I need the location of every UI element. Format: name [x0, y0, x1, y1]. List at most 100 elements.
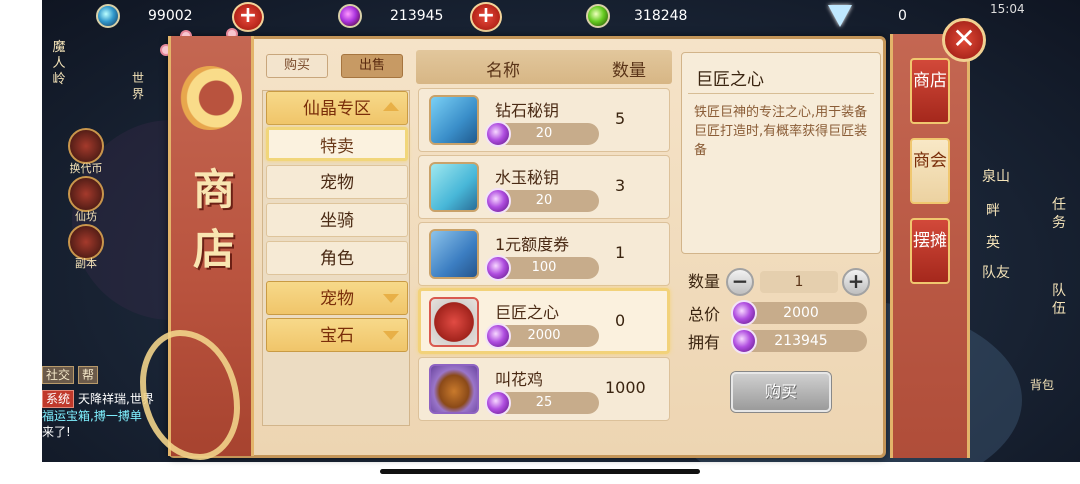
diamond-key-icon: [429, 95, 479, 145]
purple-coin-icon: [485, 255, 511, 281]
category-item-special-sale[interactable]: 特卖: [266, 127, 408, 161]
item-row-roast-chicken[interactable]: 叫花鸡 25 1000: [418, 357, 670, 421]
item-qty: 0: [615, 311, 626, 330]
item-row-jade-key[interactable]: 水玉秘钥 20 3: [418, 155, 670, 219]
fairy-shop-label: 仙坊: [75, 210, 97, 223]
team-button[interactable]: 队伍: [1052, 282, 1068, 318]
currency-3: 318248: [586, 3, 687, 29]
side-tab-guild-market[interactable]: 商会: [910, 138, 950, 204]
tab-sell[interactable]: 出售: [341, 54, 403, 78]
voucher-scroll-icon: [429, 229, 479, 279]
blue-gem-icon: [96, 4, 120, 28]
hud-place-2: 畔: [986, 203, 1000, 219]
item-row-diamond-key[interactable]: 钻石秘钥 20 5: [418, 88, 670, 152]
category-group-crystal-zone[interactable]: 仙晶专区: [266, 91, 408, 125]
category-label: 宠物: [320, 289, 354, 309]
header-name: 名称: [486, 61, 520, 81]
purple-coin-icon: [485, 188, 511, 214]
item-price: 20: [485, 188, 599, 214]
hud-place-1: 泉山: [982, 169, 1010, 185]
side-tab-shop[interactable]: 商店: [910, 58, 950, 124]
category-list: 仙晶专区 特卖 宠物 坐骑 角色 宠物 宝石: [262, 90, 410, 426]
item-qty: 1000: [605, 378, 646, 397]
currency-1-value: 99002: [148, 8, 193, 24]
currency-2-value: 213945: [390, 8, 444, 24]
purple-coin-icon: [485, 121, 511, 147]
craftsman-heart-icon: [429, 297, 479, 347]
currency-4-value: 0: [898, 8, 907, 24]
item-name: 巨匠之心: [495, 303, 560, 322]
system-tag: 系统: [42, 390, 75, 408]
home-indicator[interactable]: [380, 469, 700, 474]
category-group-pets[interactable]: 宠物: [266, 281, 408, 315]
item-name: 叫花鸡: [495, 370, 544, 389]
item-list-header: 名称 数量: [416, 50, 672, 84]
close-icon[interactable]: ✕: [942, 18, 986, 62]
side-tab-stall[interactable]: 摆摊: [910, 218, 950, 284]
purple-coin-icon: [485, 390, 511, 416]
item-price: 20: [485, 121, 599, 147]
chevron-down-icon: [383, 294, 399, 303]
category-label: 特卖: [320, 137, 354, 157]
item-detail-panel: 巨匠之心 铁匠巨神的专注之心,用于装备巨匠打造时,有概率获得巨匠装备: [681, 52, 881, 254]
currency-2: 213945: [338, 3, 443, 29]
category-label: 坐骑: [320, 211, 354, 231]
moon-icon: [178, 66, 242, 130]
item-price: 2000: [485, 323, 599, 349]
item-row-craftsman-heart[interactable]: 巨匠之心 2000 0: [418, 288, 670, 354]
category-label: 宝石: [320, 326, 354, 346]
category-group-gems[interactable]: 宝石: [266, 318, 408, 352]
total-label: 总价: [688, 305, 721, 324]
dungeon-label: 副本: [75, 257, 97, 270]
total-price: 2000: [731, 300, 867, 326]
hud-place-4: 队友: [982, 265, 1010, 281]
category-item-pets[interactable]: 宠物: [266, 165, 408, 199]
owned-label: 拥有: [688, 333, 721, 352]
diamond-icon: [828, 5, 852, 27]
task-button[interactable]: 任务: [1052, 196, 1068, 232]
add-currency-2-button[interactable]: +: [470, 2, 502, 32]
item-price: 25: [485, 390, 599, 416]
item-price: 100: [485, 255, 599, 281]
chat-tab-social[interactable]: 社交: [42, 366, 75, 384]
category-label: 角色: [320, 249, 354, 269]
detail-title: 巨匠之心: [696, 70, 764, 90]
category-item-characters[interactable]: 角色: [266, 241, 408, 275]
buy-button[interactable]: 购买: [731, 372, 831, 412]
owned-amount: 213945: [731, 328, 867, 354]
plus-button[interactable]: +: [842, 268, 870, 296]
minus-button[interactable]: −: [726, 268, 754, 296]
item-price-value: 20: [535, 193, 553, 208]
tab-buy[interactable]: 购买: [266, 54, 328, 78]
item-name: 钻石秘钥: [495, 101, 560, 120]
item-price-value: 2000: [527, 328, 561, 343]
item-name: 1元额度券: [495, 235, 570, 254]
purple-gem-icon: [338, 4, 362, 28]
roast-chicken-icon: [429, 364, 479, 414]
purple-coin-icon: [731, 328, 757, 354]
green-gem-icon: [586, 4, 610, 28]
category-label: 宠物: [320, 173, 354, 193]
jade-key-icon: [429, 162, 479, 212]
currency-4: 0: [828, 3, 907, 29]
world-button[interactable]: 世界: [128, 70, 148, 102]
chevron-up-icon: [383, 102, 399, 111]
item-row-voucher[interactable]: 1元额度券 100 1: [418, 222, 670, 286]
total-price-value: 2000: [783, 305, 819, 321]
exchange-button[interactable]: [68, 128, 104, 164]
item-price-value: 100: [531, 260, 557, 275]
quantity-stepper[interactable]: 1: [760, 271, 838, 293]
purple-coin-icon: [485, 323, 511, 349]
item-qty: 3: [615, 176, 626, 195]
item-qty: 5: [615, 109, 626, 128]
category-item-mounts[interactable]: 坐骑: [266, 203, 408, 237]
chat-tab-guild[interactable]: 帮: [78, 366, 99, 384]
hud-place-3: 英: [986, 235, 1000, 251]
purple-coin-icon: [731, 300, 757, 326]
item-qty: 1: [615, 243, 626, 262]
exchange-label: 换代币: [69, 162, 103, 175]
currency-3-value: 318248: [634, 8, 688, 24]
fairy-shop-button[interactable]: [68, 176, 104, 212]
detail-description: 铁匠巨神的专注之心,用于装备巨匠打造时,有概率获得巨匠装备: [694, 105, 868, 158]
bag-button[interactable]: 背包: [1030, 376, 1054, 393]
